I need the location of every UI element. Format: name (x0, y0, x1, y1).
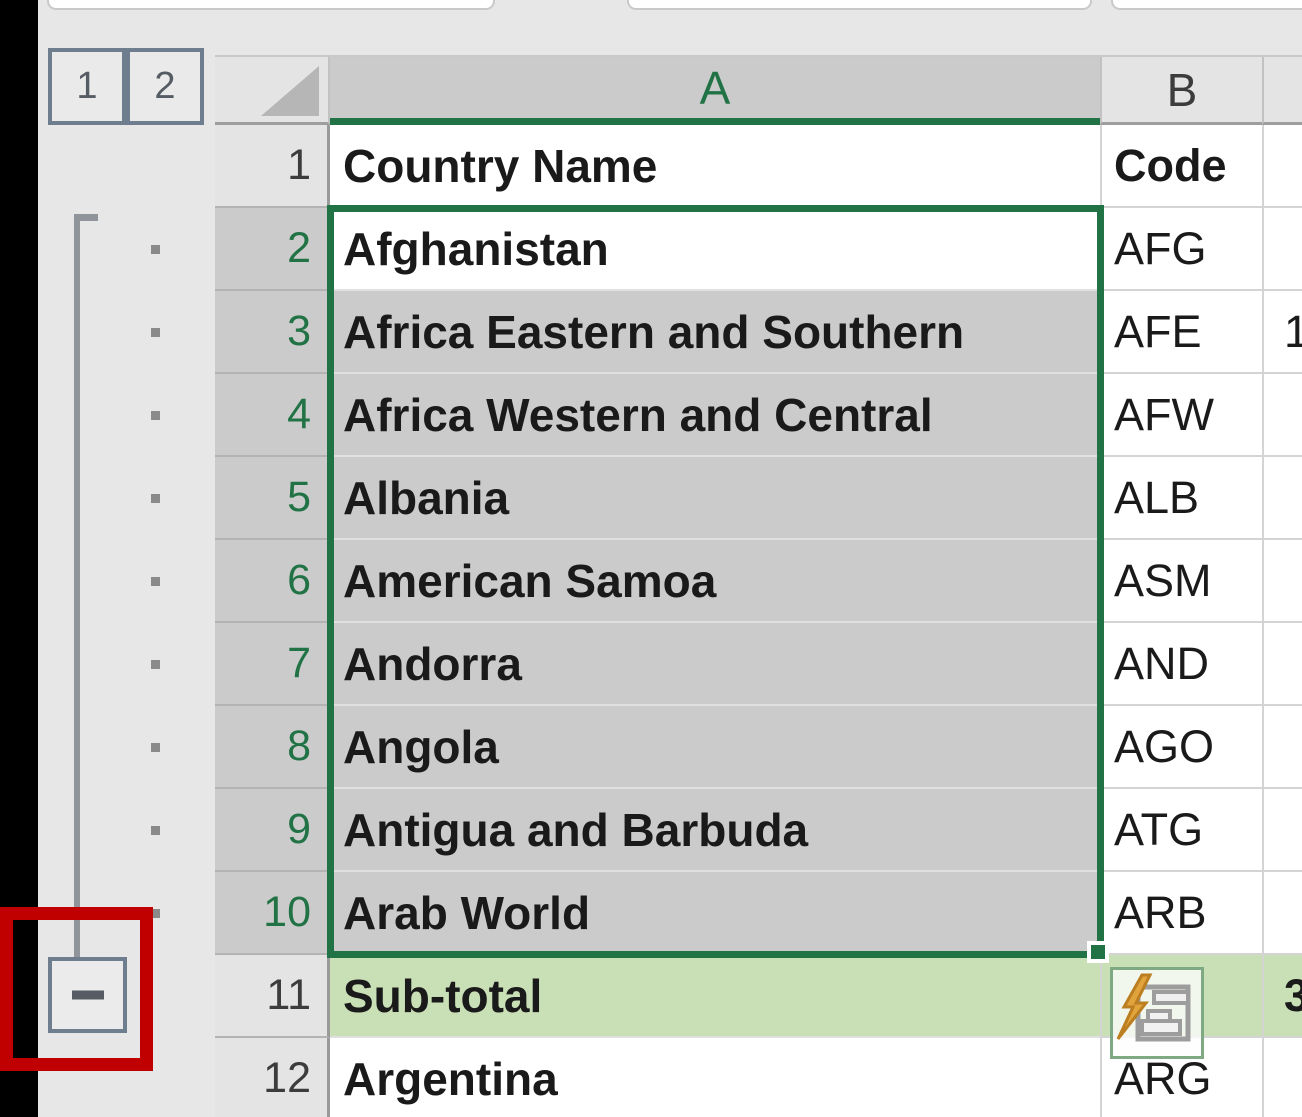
sheet-row-3: 3 Africa Eastern and Southern AFE 1 (215, 291, 1302, 374)
row-header-9[interactable]: 9 (215, 789, 330, 872)
cell-c12[interactable] (1262, 1038, 1302, 1117)
row-header-12[interactable]: 12 (215, 1038, 330, 1117)
cell-a6[interactable]: American Samoa (330, 540, 1100, 623)
outline-dot (151, 743, 160, 752)
formula-bar-fragment-right (1111, 0, 1302, 10)
cell-c4[interactable] (1262, 374, 1302, 457)
select-all-triangle-icon (261, 66, 319, 116)
outline-dot (151, 577, 160, 586)
outline-dot (151, 328, 160, 337)
cell-c6[interactable] (1262, 540, 1302, 623)
outline-level-2-button[interactable]: 2 (126, 48, 204, 125)
outline-group-bracket-top (74, 214, 98, 221)
select-all-corner[interactable] (215, 57, 330, 125)
flash-fill-options-button[interactable] (1110, 967, 1204, 1059)
cell-c7[interactable] (1262, 623, 1302, 706)
cell-b6[interactable]: ASM (1100, 540, 1262, 623)
row-header-4[interactable]: 4 (215, 374, 330, 457)
sheet-row-6: 6 American Samoa ASM (215, 540, 1302, 623)
row-header-7[interactable]: 7 (215, 623, 330, 706)
row-header-2[interactable]: 2 (215, 208, 330, 291)
annotation-red-highlight-box (0, 907, 153, 1071)
sheet-row-8: 8 Angola AGO (215, 706, 1302, 789)
cell-a12[interactable]: Argentina (330, 1038, 1100, 1117)
sheet-row-7: 7 Andorra AND (215, 623, 1302, 706)
flash-fill-options-icon (1116, 973, 1191, 1042)
cell-c3[interactable]: 1 (1262, 291, 1302, 374)
cell-a9[interactable]: Antigua and Barbuda (330, 789, 1100, 872)
cell-a8[interactable]: Angola (330, 706, 1100, 789)
cell-c1[interactable] (1262, 125, 1302, 208)
cell-a11-subtotal[interactable]: Sub-total (330, 955, 1100, 1038)
row-header-11[interactable]: 11 (215, 955, 330, 1038)
row-header-3[interactable]: 3 (215, 291, 330, 374)
excel-worksheet-screenshot: 1 2 A B 1 Country Name Code 2 Afghanista… (0, 0, 1302, 1117)
cell-a1[interactable]: Country Name (330, 125, 1100, 208)
column-header-c[interactable] (1262, 57, 1302, 125)
selection-fill-handle[interactable] (1087, 941, 1109, 963)
cell-a4[interactable]: Africa Western and Central (330, 374, 1100, 457)
sheet-row-9: 9 Antigua and Barbuda ATG (215, 789, 1302, 872)
cell-b7[interactable]: AND (1100, 623, 1262, 706)
outline-dot (151, 411, 160, 420)
sheet-row-4: 4 Africa Western and Central AFW (215, 374, 1302, 457)
cell-a2-active[interactable]: Afghanistan (330, 208, 1100, 291)
outline-dot (151, 494, 160, 503)
cell-c8[interactable] (1262, 706, 1302, 789)
sheet-row-2: 2 Afghanistan AFG (215, 208, 1302, 291)
cell-b8[interactable]: AGO (1100, 706, 1262, 789)
outline-dot (151, 826, 160, 835)
sheet-row-5: 5 Albania ALB (215, 457, 1302, 540)
cell-b10[interactable]: ARB (1100, 872, 1262, 955)
column-header-row: A B (215, 55, 1302, 125)
cell-a10[interactable]: Arab World (330, 872, 1100, 955)
cell-b3[interactable]: AFE (1100, 291, 1262, 374)
column-header-b[interactable]: B (1100, 57, 1262, 125)
row-header-8[interactable]: 8 (215, 706, 330, 789)
outline-dot (151, 245, 160, 254)
cell-c9[interactable] (1262, 789, 1302, 872)
cell-b4[interactable]: AFW (1100, 374, 1262, 457)
cell-c2[interactable] (1262, 208, 1302, 291)
row-header-5[interactable]: 5 (215, 457, 330, 540)
row-header-10[interactable]: 10 (215, 872, 330, 955)
outline-group-bracket (74, 214, 80, 957)
sheet-row-1: 1 Country Name Code (215, 125, 1302, 208)
cell-b2[interactable]: AFG (1100, 208, 1262, 291)
outline-level-1-button[interactable]: 1 (48, 48, 126, 125)
formula-bar-fragment-left (47, 0, 495, 10)
cell-a5[interactable]: Albania (330, 457, 1100, 540)
cell-a3[interactable]: Africa Eastern and Southern (330, 291, 1100, 374)
column-header-a[interactable]: A (330, 57, 1100, 125)
worksheet-grid: A B 1 Country Name Code 2 Afghanistan AF… (215, 55, 1302, 1117)
outline-dot (151, 660, 160, 669)
formula-bar-fragment-middle (627, 0, 1092, 10)
cell-c10[interactable] (1262, 872, 1302, 955)
cell-b9[interactable]: ATG (1100, 789, 1262, 872)
cell-a7[interactable]: Andorra (330, 623, 1100, 706)
cell-b1[interactable]: Code (1100, 125, 1262, 208)
cell-b5[interactable]: ALB (1100, 457, 1262, 540)
cell-c11[interactable]: 3 (1262, 955, 1302, 1038)
row-header-1[interactable]: 1 (215, 125, 330, 208)
cell-c5[interactable] (1262, 457, 1302, 540)
sheet-row-10: 10 Arab World ARB (215, 872, 1302, 955)
row-header-6[interactable]: 6 (215, 540, 330, 623)
